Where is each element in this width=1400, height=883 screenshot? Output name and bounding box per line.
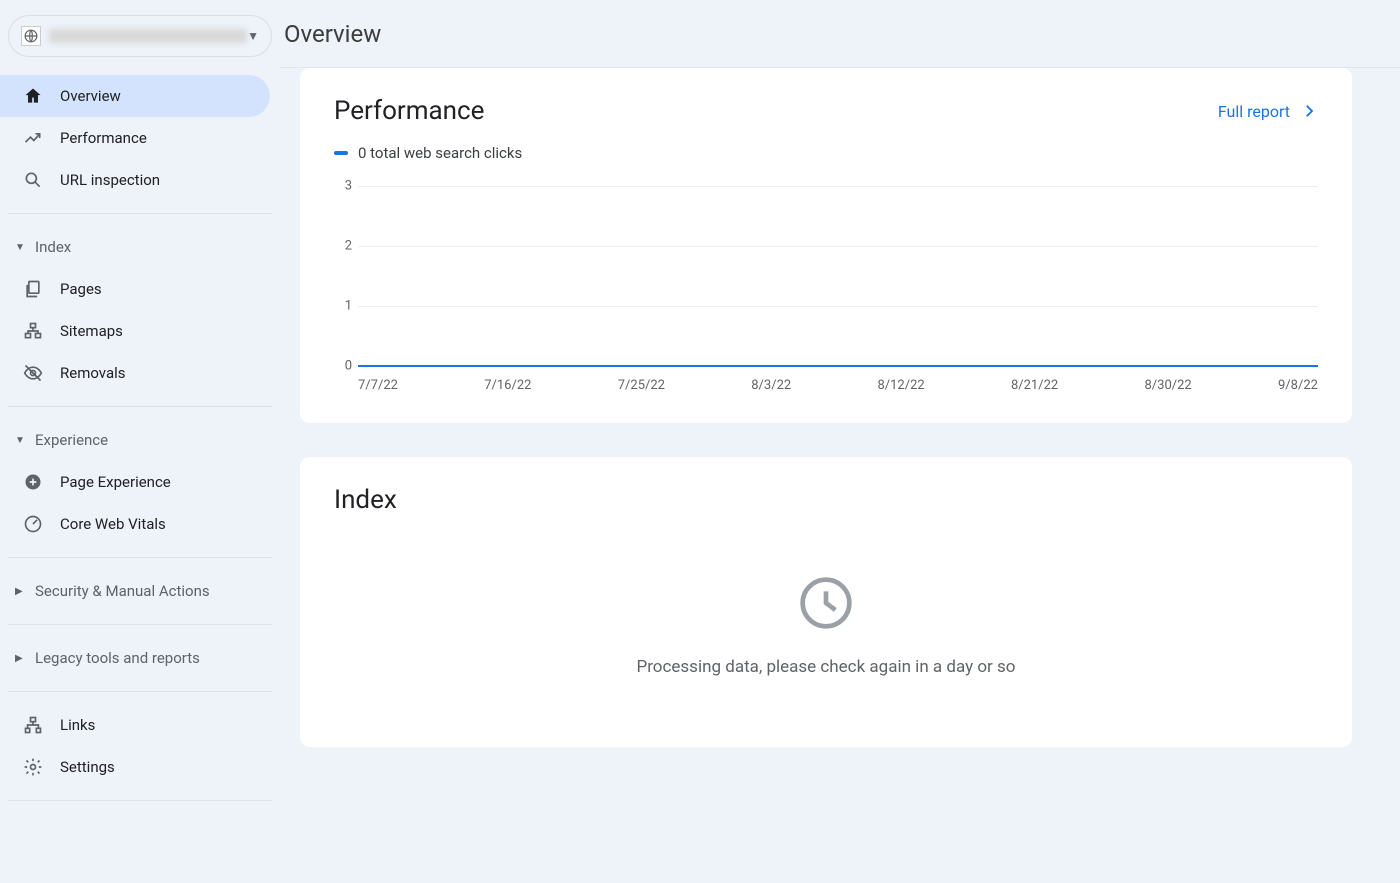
- nav-item-links[interactable]: Links: [0, 704, 270, 746]
- index-empty-message: Processing data, please check again in a…: [636, 657, 1015, 677]
- caret-right-icon: ▶: [15, 586, 29, 597]
- content: Performance Full report 0 total web sear…: [280, 68, 1400, 883]
- nav-item-label: Page Experience: [60, 473, 171, 491]
- card-title: Performance: [334, 96, 484, 126]
- nav-item-label: Core Web Vitals: [60, 515, 166, 533]
- nav-item-settings[interactable]: Settings: [0, 746, 270, 788]
- trending-up-icon: [22, 128, 44, 148]
- page-title: Overview: [284, 20, 381, 48]
- nav-section-label: Security & Manual Actions: [35, 582, 210, 600]
- clock-icon: [798, 575, 854, 631]
- x-tick-label: 7/7/22: [358, 378, 398, 393]
- nav-item-label: Pages: [60, 280, 102, 298]
- nav-item-label: Sitemaps: [60, 322, 123, 340]
- sidebar: ▼ Overview Performance URL inspection: [0, 0, 280, 883]
- nav-item-overview[interactable]: Overview: [0, 75, 270, 117]
- x-tick-label: 7/25/22: [618, 378, 665, 393]
- plus-circle-icon: [22, 472, 44, 492]
- nav-item-removals[interactable]: Removals: [0, 352, 270, 394]
- gear-icon: [22, 757, 44, 777]
- gridline: [358, 246, 1318, 247]
- nav-item-label: Overview: [60, 87, 121, 105]
- chevron-right-icon: [1300, 102, 1318, 120]
- nav-divider: [8, 406, 272, 407]
- nav-divider: [8, 213, 272, 214]
- links-icon: [22, 715, 44, 735]
- nav-item-performance[interactable]: Performance: [0, 117, 270, 159]
- nav-item-label: Links: [60, 716, 95, 734]
- pages-icon: [22, 279, 44, 299]
- speedometer-icon: [22, 514, 44, 534]
- x-tick-label: 8/3/22: [751, 378, 791, 393]
- chart-series-line: [358, 365, 1318, 367]
- caret-right-icon: ▶: [15, 653, 29, 664]
- legend-swatch: [334, 151, 348, 155]
- nav-section-label: Experience: [35, 431, 108, 449]
- performance-chart: 0123 7/7/227/16/227/25/228/3/228/12/228/…: [334, 186, 1318, 393]
- nav-item-core-web-vitals[interactable]: Core Web Vitals: [0, 503, 270, 545]
- index-empty-state: Processing data, please check again in a…: [334, 575, 1318, 717]
- y-tick-label: 1: [334, 299, 352, 314]
- caret-down-icon: ▼: [247, 29, 259, 43]
- nav-divider: [8, 800, 272, 801]
- nav-item-label: Settings: [60, 758, 115, 776]
- home-icon: [22, 86, 44, 106]
- x-tick-label: 8/12/22: [877, 378, 924, 393]
- main-header: Overview: [280, 0, 1400, 68]
- index-card: Index Processing data, please check agai…: [300, 457, 1352, 747]
- nav-item-url-inspection[interactable]: URL inspection: [0, 159, 270, 201]
- y-tick-label: 3: [334, 179, 352, 194]
- nav: Overview Performance URL inspection ▼ In…: [0, 75, 280, 801]
- nav-item-pages[interactable]: Pages: [0, 268, 270, 310]
- nav-section-label: Index: [35, 238, 71, 256]
- gridline: [358, 306, 1318, 307]
- nav-section-label: Legacy tools and reports: [35, 649, 200, 667]
- nav-divider: [8, 557, 272, 558]
- x-tick-label: 7/16/22: [484, 378, 531, 393]
- nav-divider: [8, 691, 272, 692]
- nav-divider: [8, 624, 272, 625]
- sitemap-icon: [22, 321, 44, 341]
- full-report-link[interactable]: Full report: [1218, 102, 1318, 121]
- y-tick-label: 2: [334, 239, 352, 254]
- legend-label: 0 total web search clicks: [358, 144, 522, 162]
- x-tick-label: 8/30/22: [1144, 378, 1191, 393]
- performance-card: Performance Full report 0 total web sear…: [300, 68, 1352, 423]
- nav-section-legacy[interactable]: ▶ Legacy tools and reports: [0, 637, 280, 679]
- nav-section-security[interactable]: ▶ Security & Manual Actions: [0, 570, 280, 612]
- search-icon: [22, 170, 44, 190]
- x-axis: 7/7/22 7/16/22 7/25/22 8/3/22 8/12/22 8/21/22…: [358, 378, 1318, 393]
- site-picker-label: [49, 29, 247, 43]
- nav-item-label: Performance: [60, 129, 147, 147]
- nav-section-index[interactable]: ▼ Index: [0, 226, 280, 268]
- nav-item-page-experience[interactable]: Page Experience: [0, 461, 270, 503]
- nav-item-sitemaps[interactable]: Sitemaps: [0, 310, 270, 352]
- card-title: Index: [334, 485, 1318, 515]
- full-report-label: Full report: [1218, 102, 1290, 121]
- y-tick-label: 0: [334, 359, 352, 374]
- nav-item-label: URL inspection: [60, 171, 160, 189]
- x-tick-label: 8/21/22: [1011, 378, 1058, 393]
- gridline: [358, 186, 1318, 187]
- site-picker[interactable]: ▼: [8, 15, 272, 57]
- x-tick-label: 9/8/22: [1278, 378, 1318, 393]
- caret-down-icon: ▼: [15, 242, 29, 253]
- nav-item-label: Removals: [60, 364, 126, 382]
- chart-legend: 0 total web search clicks: [334, 144, 1318, 162]
- main: Overview Performance Full report 0 total: [280, 0, 1400, 883]
- nav-section-experience[interactable]: ▼ Experience: [0, 419, 280, 461]
- visibility-off-icon: [22, 363, 44, 383]
- caret-down-icon: ▼: [15, 435, 29, 446]
- globe-icon: [21, 26, 41, 46]
